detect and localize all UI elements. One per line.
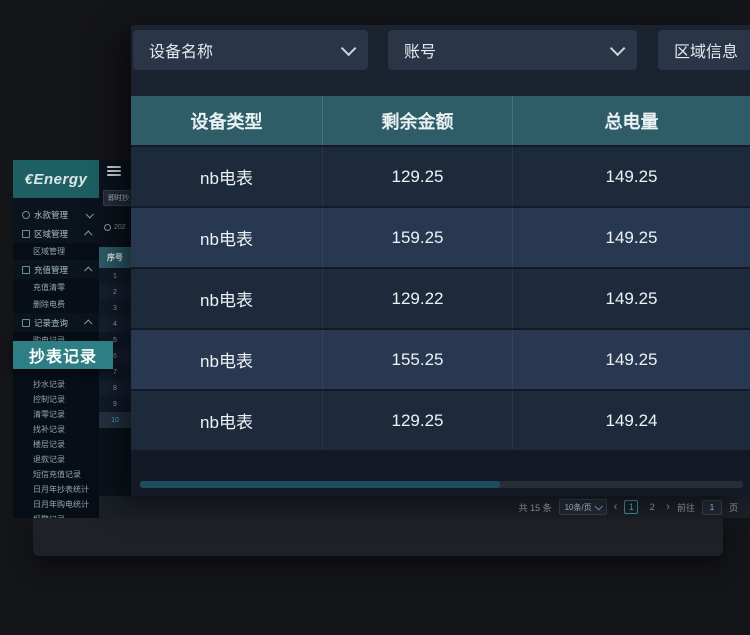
seq-row-active[interactable]: 10 <box>99 412 131 428</box>
seq-row[interactable]: 1 <box>99 268 131 284</box>
sidebar-item-alarm-records[interactable]: 报警记录 <box>13 512 99 518</box>
sidebar-item-floor-records[interactable]: 楼层记录 <box>13 437 99 452</box>
sidebar-item-adjust-records[interactable]: 找补记录 <box>13 422 99 437</box>
seq-row[interactable]: 8 <box>99 380 131 396</box>
table-row[interactable]: nb电表 159.25 149.25 <box>131 206 750 267</box>
phone-icon <box>22 211 30 219</box>
page-number-1[interactable]: 1 <box>624 500 638 514</box>
chevron-down-icon <box>341 40 357 56</box>
seq-row[interactable]: 3 <box>99 300 131 316</box>
sidebar-item-sms-recharge-records[interactable]: 短信充值记录 <box>13 467 99 482</box>
sidebar-item-control-records[interactable]: 控制记录 <box>13 392 99 407</box>
app-root: { "sidebar": { "logo": "€Energy", "menu"… <box>0 0 750 635</box>
goto-label: 前往 <box>677 501 695 514</box>
instant-read-button[interactable]: 即时抄 <box>103 190 131 206</box>
goto-unit: 页 <box>729 501 738 514</box>
sidebar: €Energy 水款管理 区域管理 区域管理 充值管理 充值清零 删除电费 记录… <box>13 160 99 518</box>
table-row[interactable]: nb电表 155.25 149.25 <box>131 328 750 389</box>
chevron-down-icon <box>85 210 93 218</box>
page-number-2[interactable]: 2 <box>645 500 659 514</box>
sidebar-item-region-manage[interactable]: 区域管理 <box>13 243 99 260</box>
document-icon <box>22 319 30 327</box>
horizontal-scrollbar-thumb[interactable] <box>140 481 500 488</box>
filter-row: 设备名称 账号 区域信息 <box>131 30 750 70</box>
clock-icon <box>104 224 111 231</box>
goto-page-input[interactable] <box>702 500 722 515</box>
pagination-total: 共 15 条 <box>519 501 552 514</box>
chevron-up-icon <box>84 230 92 238</box>
table-row[interactable]: nb电表 129.22 149.25 <box>131 267 750 328</box>
sidebar-group-payment[interactable]: 水款管理 <box>13 205 99 224</box>
hamburger-menu-icon[interactable] <box>107 166 121 177</box>
chevron-down-icon <box>610 40 626 56</box>
seq-column-header: 序号 <box>99 247 131 268</box>
sidebar-item-recharge-clear[interactable]: 充值清零 <box>13 279 99 296</box>
chevron-up-icon <box>84 266 92 274</box>
card-icon <box>22 266 30 274</box>
magnified-table-panel: 设备名称 账号 区域信息 设备类型 剩余金额 总电量 nb电表 129.25 1… <box>131 25 750 496</box>
sidebar-item-reset-records[interactable]: 清零记录 <box>13 407 99 422</box>
sidebar-item-meter-read-records-active[interactable]: 抄表记录 <box>13 341 113 369</box>
chevron-down-icon <box>594 502 602 510</box>
region-info-dropdown[interactable]: 区域信息 <box>658 30 750 70</box>
col-header-total-energy: 总电量 <box>512 96 750 145</box>
table-row[interactable]: nb电表 129.25 149.25 <box>131 145 750 206</box>
meter-table: 设备类型 剩余金额 总电量 nb电表 129.25 149.25 nb电表 15… <box>131 96 750 450</box>
table-row[interactable]: nb电表 129.25 149.24 <box>131 389 750 450</box>
pagination-bar: 共 15 条 10条/页 ‹ 1 2 › 前往 页 <box>99 496 750 518</box>
chevron-up-icon <box>84 319 92 327</box>
background-page-strip: 即时抄 202 序号 1 2 3 4 5 6 7 8 9 10 <box>99 160 131 518</box>
app-logo: €Energy <box>13 160 99 198</box>
sidebar-item-water-read-records[interactable]: 抄水记录 <box>13 377 99 392</box>
date-picker[interactable]: 202 <box>104 224 126 231</box>
sidebar-item-meter-read-stats[interactable]: 日月年抄表统计 <box>13 482 99 497</box>
sidebar-group-recharge[interactable]: 充值管理 <box>13 260 99 279</box>
horizontal-scrollbar[interactable] <box>140 481 743 488</box>
sidebar-group-region[interactable]: 区域管理 <box>13 224 99 243</box>
sidebar-item-delete-fee[interactable]: 删除电费 <box>13 296 99 313</box>
prev-page-button[interactable]: ‹ <box>614 502 618 513</box>
device-name-dropdown[interactable]: 设备名称 <box>133 30 368 70</box>
seq-row[interactable]: 9 <box>99 396 131 412</box>
sidebar-group-records[interactable]: 记录查询 <box>13 313 99 332</box>
seq-row[interactable]: 4 <box>99 316 131 332</box>
account-dropdown[interactable]: 账号 <box>388 30 637 70</box>
table-footer-area <box>131 450 750 496</box>
building-icon <box>22 230 30 238</box>
col-header-remaining-amount: 剩余金额 <box>322 96 512 145</box>
page-size-select[interactable]: 10条/页 <box>559 499 607 515</box>
next-page-button[interactable]: › <box>666 502 670 513</box>
seq-row[interactable]: 2 <box>99 284 131 300</box>
date-text: 202 <box>114 224 126 231</box>
backdrop-page-band <box>33 518 723 556</box>
sidebar-item-refund-records[interactable]: 退款记录 <box>13 452 99 467</box>
table-header-row: 设备类型 剩余金额 总电量 <box>131 96 750 145</box>
col-header-device-type: 设备类型 <box>131 96 322 145</box>
sidebar-item-purchase-stats[interactable]: 日月年购电统计 <box>13 497 99 512</box>
